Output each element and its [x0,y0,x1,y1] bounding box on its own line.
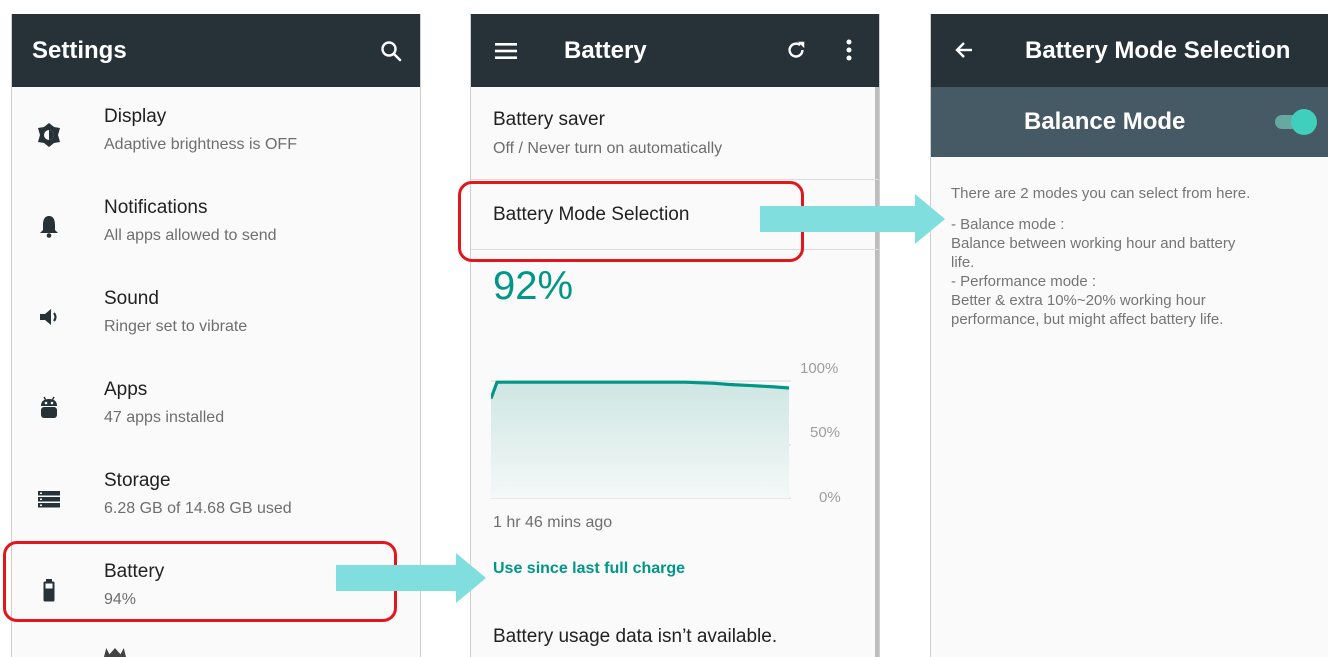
mode-description-line: Better & extra 10%~20% working hour [951,292,1206,309]
battery-title: Battery [564,37,647,64]
battery-screen: Battery Battery saver Off / Never turn o… [470,14,880,657]
storage-title: Storage [104,470,171,491]
settings-title: Settings [32,37,127,64]
settings-item-display[interactable]: Display Adaptive brightness is OFF [12,94,420,185]
settings-item-notifications[interactable]: Notifications All apps allowed to send [12,185,420,276]
storage-subtitle: 6.28 GB of 14.68 GB used [104,500,292,517]
chart-label-0: 0% [819,489,841,506]
search-icon[interactable] [376,36,406,66]
mode-description-line: - Performance mode : [951,273,1097,290]
mode-description: There are 2 modes you can select from he… [951,184,1250,329]
mode-description-line: - Balance mode : [951,216,1065,233]
sound-title: Sound [104,288,159,309]
chart-label-50: 50% [810,424,841,441]
arrow-to-battery-screen [336,553,486,603]
mode-description-line: life. [951,254,975,271]
mode-selection-highlight-box [458,181,804,262]
chart-time-label: 1 hr 46 mins ago [493,514,613,531]
more-item-partial-icon [104,648,126,657]
use-since-full-charge-link[interactable]: Use since last full charge [493,560,685,578]
battery-saver-title: Battery saver [493,109,605,130]
balance-mode-toggle[interactable] [1273,109,1317,135]
mode-app-bar: Battery Mode Selection [931,14,1328,87]
display-subtitle: Adaptive brightness is OFF [104,136,297,153]
chart-area [491,382,789,498]
toggle-thumb [1291,109,1317,135]
battery-history-chart [491,380,791,499]
apps-subtitle: 47 apps installed [104,409,225,426]
storage-icon [36,486,62,512]
notifications-title: Notifications [104,197,208,218]
mode-description-line: performance, but might affect battery li… [951,311,1224,328]
battery-percentage: 92% [493,264,574,308]
sound-subtitle: Ringer set to vibrate [104,318,248,335]
settings-item-storage[interactable]: Storage 6.28 GB of 14.68 GB used [12,458,420,549]
battery-usage-note: Battery usage data isn’t available. [493,626,778,647]
refresh-icon[interactable] [782,36,810,64]
notifications-subtitle: All apps allowed to send [104,227,277,244]
balance-mode-bar: Balance Mode [931,87,1328,157]
back-arrow-icon[interactable] [951,37,977,63]
settings-app-bar: Settings [12,14,420,87]
mode-description-line: There are 2 modes you can select from he… [951,185,1251,202]
bell-icon [36,213,62,239]
mode-description-line: Balance between working hour and battery [951,235,1236,252]
menu-icon[interactable] [493,38,519,64]
battery-mode-screen: Battery Mode Selection Balance Mode Ther… [930,14,1328,657]
apps-title: Apps [104,379,148,400]
balance-mode-label: Balance Mode [1024,108,1186,135]
mode-title: Battery Mode Selection [1025,37,1291,64]
battery-saver-pref[interactable]: Battery saver Off / Never turn on automa… [471,87,879,182]
battery-app-bar: Battery [471,14,879,87]
brightness-icon [36,122,62,148]
chart-label-100: 100% [800,360,839,377]
battery-saver-subtitle: Off / Never turn on automatically [493,140,723,157]
settings-item-apps[interactable]: Apps 47 apps installed [12,367,420,458]
arrow-to-mode-screen [760,194,945,244]
settings-item-sound[interactable]: Sound Ringer set to vibrate [12,276,420,367]
android-icon [36,395,62,421]
more-options-icon[interactable] [839,36,859,64]
speaker-icon [36,304,62,330]
mode-description-line [951,203,1250,215]
display-title: Display [104,106,167,127]
